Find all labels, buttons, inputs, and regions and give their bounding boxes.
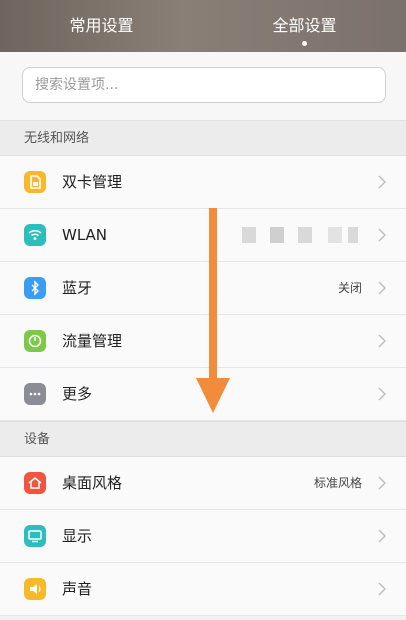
settings-item-sound[interactable]: 声音 xyxy=(0,563,406,616)
sim-card-icon xyxy=(24,171,46,193)
chevron-right-icon xyxy=(378,175,386,189)
settings-item-value: 标准风格 xyxy=(313,476,362,490)
bluetooth-icon xyxy=(24,277,46,299)
chevron-right-icon xyxy=(378,529,386,543)
section-header-wireless: 无线和网络 xyxy=(0,120,406,156)
settings-item-label: 双卡管理 xyxy=(62,173,123,191)
tab-label: 常用设置 xyxy=(69,16,134,35)
settings-item-display[interactable]: 显示 xyxy=(0,510,406,563)
settings-item-label: WLAN xyxy=(62,226,108,244)
settings-item-label: 蓝牙 xyxy=(62,279,93,297)
active-tab-indicator xyxy=(302,41,307,46)
tab-label: 全部设置 xyxy=(272,16,337,35)
tab-common-settings[interactable]: 常用设置 xyxy=(0,0,203,52)
more-icon xyxy=(24,383,46,405)
search-area: 搜索设置项... xyxy=(0,52,406,120)
wlan-network-name-redacted xyxy=(242,227,362,245)
display-icon xyxy=(24,525,46,547)
down-arrow-icon xyxy=(196,208,230,413)
settings-item-label: 声音 xyxy=(62,580,93,598)
chevron-right-icon xyxy=(378,387,386,401)
home-icon xyxy=(24,472,46,494)
sound-icon xyxy=(24,578,46,600)
settings-item-value: 关闭 xyxy=(337,281,362,295)
wifi-icon xyxy=(24,224,46,246)
chevron-right-icon xyxy=(378,281,386,295)
settings-item-label: 流量管理 xyxy=(62,332,123,350)
chevron-right-icon xyxy=(378,476,386,490)
chevron-right-icon xyxy=(378,582,386,596)
settings-item-label: 桌面风格 xyxy=(62,474,123,492)
chevron-right-icon xyxy=(378,228,386,242)
settings-item-label: 显示 xyxy=(62,527,93,545)
search-input[interactable]: 搜索设置项... xyxy=(22,67,386,103)
settings-item-desktop-style[interactable]: 桌面风格 标准风格 xyxy=(0,457,406,510)
chevron-right-icon xyxy=(378,334,386,348)
tab-all-settings[interactable]: 全部设置 xyxy=(203,0,406,52)
top-tab-bar: 常用设置 全部设置 xyxy=(0,0,406,52)
settings-item-dual-sim[interactable]: 双卡管理 xyxy=(0,156,406,209)
data-usage-icon xyxy=(24,330,46,352)
section-header-device: 设备 xyxy=(0,421,406,457)
settings-item-label: 更多 xyxy=(62,385,93,403)
